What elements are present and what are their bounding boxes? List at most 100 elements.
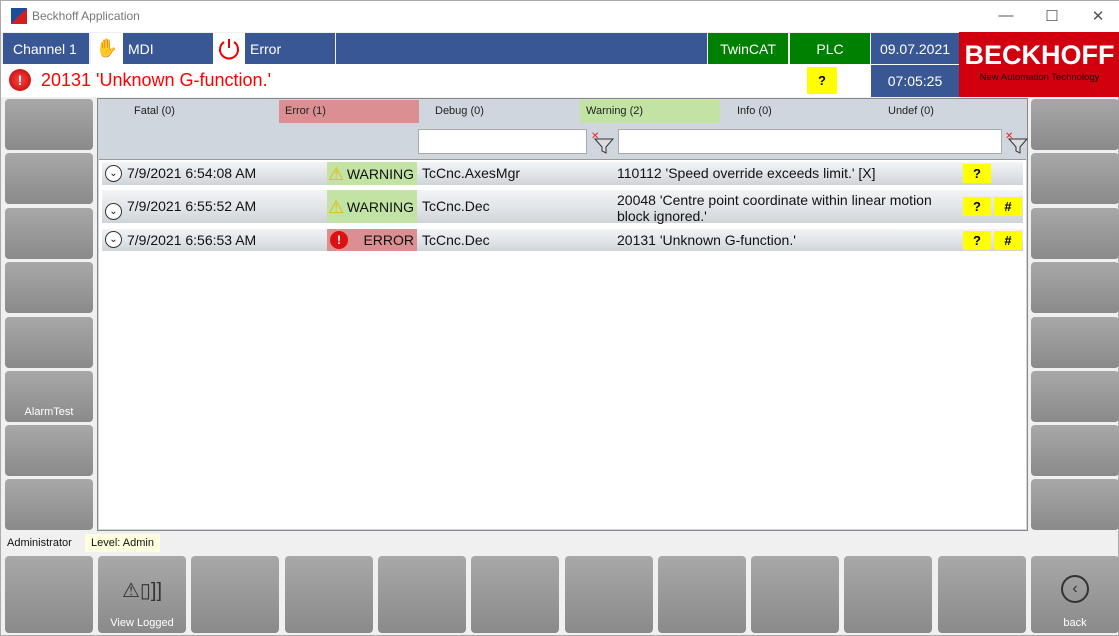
severity-text: ERROR <box>363 232 414 248</box>
right-softkey[interactable] <box>1031 479 1119 530</box>
bottom-softkey[interactable] <box>751 556 839 633</box>
bottom-softkey[interactable]: ⚠▯]] View Logged <box>98 556 186 633</box>
alarm-hash-button[interactable]: # <box>994 230 1022 250</box>
expand-chevron-icon[interactable]: ⌄ <box>105 165 122 182</box>
mode-label: MDI <box>123 33 213 64</box>
alarm-row[interactable]: ⌄ 7/9/2021 6:56:53 AM ! ERROR TcCnc.Dec 2… <box>102 229 1023 251</box>
severity-text: WARNING <box>346 198 414 215</box>
level-label: Level: Admin <box>85 534 160 552</box>
plc-status: PLC <box>790 33 870 64</box>
twincat-status: TwinCAT <box>708 33 788 64</box>
hand-mode-icon: ✋ <box>91 33 123 64</box>
severity-badge: ⚠ WARNING <box>327 162 417 185</box>
bottom-softkey[interactable] <box>938 556 1026 633</box>
alarm-source: TcCnc.AxesMgr <box>422 165 521 181</box>
right-softkey[interactable] <box>1031 208 1119 259</box>
close-button[interactable]: ✕ <box>1083 7 1113 25</box>
left-softkey[interactable] <box>5 425 93 476</box>
state-label: Error <box>245 33 335 64</box>
right-softkey[interactable] <box>1031 425 1119 476</box>
back-arrow-icon: ‹ <box>1061 575 1089 603</box>
alarm-time: 7/9/2021 6:54:08 AM <box>127 165 257 181</box>
warning-icon: ⚠ <box>328 196 345 217</box>
right-softkey[interactable] <box>1031 317 1119 368</box>
minimize-button[interactable]: — <box>991 7 1021 24</box>
error-icon: ! <box>330 231 348 249</box>
channel-text: Channel 1 <box>13 40 77 57</box>
alarm-help-button[interactable]: ? <box>963 197 991 216</box>
softkey-label: View Logged <box>110 617 174 629</box>
alarm-message: 20048 'Centre point coordinate within li… <box>617 192 932 224</box>
bottom-softkey[interactable] <box>5 556 93 633</box>
filter-tab-warning[interactable]: Warning (2) <box>580 100 720 123</box>
bottom-softkey[interactable]: ‹ back <box>1031 556 1119 633</box>
twincat-text: TwinCAT <box>720 40 776 57</box>
header-spacer <box>336 33 707 64</box>
alarm-message: 110112 'Speed override exceeds limit.' [… <box>617 165 876 181</box>
expand-chevron-icon[interactable]: ⌄ <box>105 231 122 248</box>
bottom-softkey[interactable] <box>378 556 466 633</box>
alarm-help-button[interactable]: ? <box>963 230 991 250</box>
power-icon <box>213 33 245 64</box>
source-filter-input[interactable] <box>418 129 587 154</box>
bottom-softkey[interactable] <box>658 556 746 633</box>
date-text: 09.07.2021 <box>879 40 951 57</box>
severity-badge: ⚠ WARNING <box>327 190 417 223</box>
mode-text: MDI <box>128 40 154 57</box>
left-softkey[interactable] <box>5 99 93 150</box>
softkey-label: AlarmTest <box>24 406 74 418</box>
clear-filter-icon[interactable]: ✕ <box>1005 129 1029 155</box>
alarm-row[interactable]: ⌄ 7/9/2021 6:54:08 AM ⚠ WARNING TcCnc.Axe… <box>102 162 1023 185</box>
state-text: Error <box>250 40 282 57</box>
channel-label[interactable]: Channel 1 <box>3 33 89 64</box>
warning-icon: ⚠ <box>328 163 345 184</box>
alarm-hash-button[interactable]: # <box>994 197 1022 216</box>
clear-filter-icon[interactable]: ✕ <box>591 129 615 155</box>
alarm-help-button[interactable]: ? <box>963 164 991 183</box>
filter-tab-error[interactable]: Error (1) <box>279 100 419 123</box>
brand-name: BECKHOFF <box>964 40 1115 70</box>
time-display: 07:05:25 <box>871 65 959 97</box>
alarm-time: 7/9/2021 6:55:52 AM <box>127 198 257 214</box>
bottom-softkey[interactable] <box>844 556 932 633</box>
filter-tab-info[interactable]: Info (0) <box>731 100 871 123</box>
right-softkey[interactable] <box>1031 371 1119 422</box>
right-softkey[interactable] <box>1031 262 1119 313</box>
alarm-row[interactable]: ⌄ 7/9/2021 6:55:52 AM ⚠ WARNING TcCnc.Dec… <box>102 190 1023 224</box>
date-display: 09.07.2021 <box>871 33 959 64</box>
user-label: Administrator <box>7 537 72 549</box>
view-logged-icon: ⚠▯]] <box>121 580 163 602</box>
maximize-button[interactable]: ☐ <box>1037 7 1067 25</box>
alarm-time: 7/9/2021 6:56:53 AM <box>127 232 257 248</box>
alarm-source: TcCnc.Dec <box>422 232 490 248</box>
left-softkey[interactable] <box>5 153 93 204</box>
softkey-label: back <box>1063 617 1087 629</box>
bottom-softkey[interactable] <box>191 556 279 633</box>
help-button[interactable]: ? <box>807 67 837 94</box>
bottom-softkey[interactable] <box>285 556 373 633</box>
filter-tab-fatal[interactable]: Fatal (0) <box>102 100 272 123</box>
alarm-message: 20131 'Unknown G-function.' <box>617 232 796 248</box>
left-softkey[interactable] <box>5 262 93 313</box>
bottom-softkey[interactable] <box>565 556 653 633</box>
severity-text: WARNING <box>346 165 414 182</box>
left-softkey[interactable] <box>5 479 93 530</box>
message-filter-input[interactable] <box>618 129 1002 154</box>
current-message: 20131 'Unknown G-function.' <box>41 70 272 90</box>
window-title: Beckhoff Application <box>32 9 140 23</box>
severity-badge: ! ERROR <box>327 229 417 251</box>
filter-tab-undef[interactable]: Undef (0) <box>882 100 1022 123</box>
beckhoff-logo: BECKHOFF New Automation Technology <box>959 32 1119 97</box>
brand-tagline: New Automation Technology <box>979 72 1100 83</box>
filter-tab-debug[interactable]: Debug (0) <box>429 100 569 123</box>
left-softkey[interactable] <box>5 208 93 259</box>
expand-chevron-icon[interactable]: ⌄ <box>105 203 122 220</box>
plc-text: PLC <box>816 40 844 57</box>
right-softkey[interactable] <box>1031 153 1119 204</box>
alarm-source: TcCnc.Dec <box>422 198 490 214</box>
bottom-softkey[interactable] <box>471 556 559 633</box>
app-icon <box>11 8 27 24</box>
right-softkey[interactable] <box>1031 99 1119 150</box>
left-softkey[interactable]: AlarmTest <box>5 371 93 422</box>
left-softkey[interactable] <box>5 317 93 368</box>
